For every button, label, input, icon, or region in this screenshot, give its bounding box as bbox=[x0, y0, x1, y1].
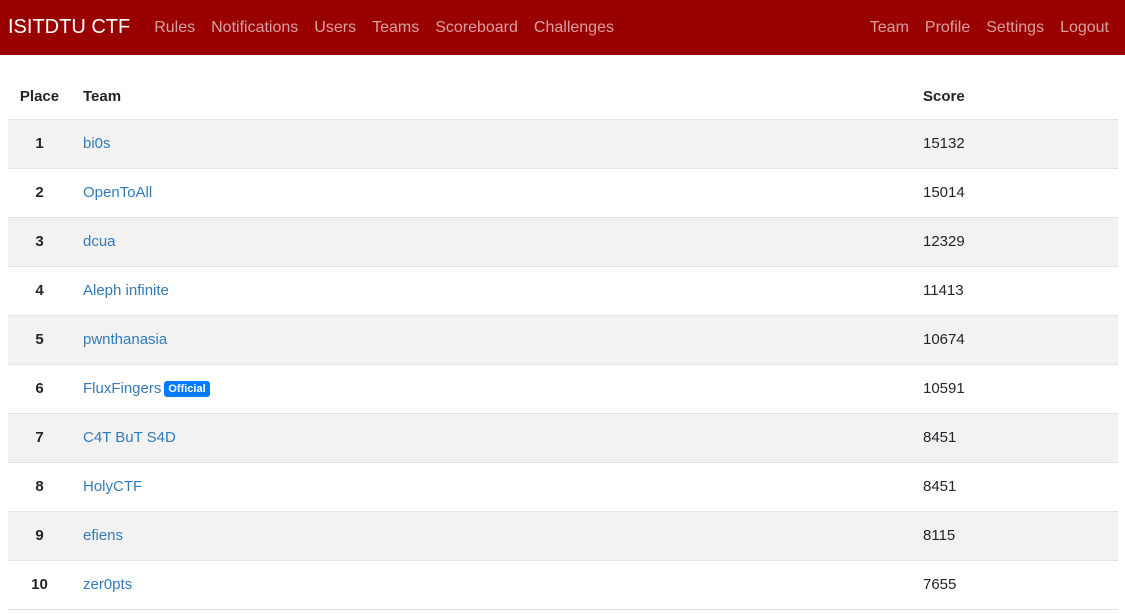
row-score: 10591 bbox=[923, 364, 1118, 414]
row-team-cell: OpenToAll bbox=[71, 168, 923, 218]
header-team: Team bbox=[71, 75, 923, 120]
row-team-cell: FluxFingers Official bbox=[71, 364, 923, 414]
team-link[interactable]: FluxFingers bbox=[83, 380, 161, 397]
nav-scoreboard[interactable]: Scoreboard bbox=[427, 19, 526, 37]
team-link[interactable]: OpenToAll bbox=[83, 184, 152, 201]
table-row: 9 efiens 8115 bbox=[8, 511, 1118, 561]
team-link[interactable]: C4T BuT S4D bbox=[83, 429, 176, 446]
row-team-cell: zer0pts bbox=[71, 560, 923, 610]
table-row: 3 dcua 12329 bbox=[8, 217, 1118, 267]
team-link[interactable]: dcua bbox=[83, 233, 116, 250]
table-row: 6 FluxFingers Official 10591 bbox=[8, 364, 1118, 414]
nav-logout[interactable]: Logout bbox=[1052, 19, 1117, 37]
row-score: 12329 bbox=[923, 217, 1118, 267]
row-team-cell: bi0s bbox=[71, 119, 923, 169]
row-score: 8451 bbox=[923, 413, 1118, 463]
team-link[interactable]: pwnthanasia bbox=[83, 331, 167, 348]
table-row: 7 C4T BuT S4D 8451 bbox=[8, 413, 1118, 463]
row-team-cell: HolyCTF bbox=[71, 462, 923, 512]
top-navbar: ISITDTU CTF Rules Notifications Users Te… bbox=[0, 0, 1125, 55]
row-team-cell: Aleph infinite bbox=[71, 266, 923, 316]
table-row: 10 zer0pts 7655 bbox=[8, 560, 1118, 610]
row-score: 15132 bbox=[923, 119, 1118, 169]
table-row: 4 Aleph infinite 11413 bbox=[8, 266, 1118, 316]
row-score: 8451 bbox=[923, 462, 1118, 512]
table-row: 5 pwnthanasia 10674 bbox=[8, 315, 1118, 365]
team-link[interactable]: HolyCTF bbox=[83, 478, 142, 495]
row-place: 2 bbox=[8, 168, 71, 218]
header-score: Score bbox=[923, 75, 1118, 120]
nav-right: Team Profile Settings Logout bbox=[862, 19, 1117, 37]
nav-profile[interactable]: Profile bbox=[917, 19, 978, 37]
row-score: 7655 bbox=[923, 560, 1118, 610]
row-place: 1 bbox=[8, 119, 71, 169]
row-place: 3 bbox=[8, 217, 71, 267]
row-place: 7 bbox=[8, 413, 71, 463]
row-team-cell: C4T BuT S4D bbox=[71, 413, 923, 463]
row-score: 11413 bbox=[923, 266, 1118, 316]
scoreboard-table: Place Team Score 1 bi0s 15132 2 OpenToAl… bbox=[8, 75, 1118, 610]
nav-rules[interactable]: Rules bbox=[146, 19, 203, 37]
table-row: 2 OpenToAll 15014 bbox=[8, 168, 1118, 218]
row-score: 8115 bbox=[923, 511, 1118, 561]
row-team-cell: efiens bbox=[71, 511, 923, 561]
scoreboard-container: Place Team Score 1 bi0s 15132 2 OpenToAl… bbox=[0, 55, 1125, 610]
nav-teams[interactable]: Teams bbox=[364, 19, 427, 37]
nav-left: ISITDTU CTF Rules Notifications Users Te… bbox=[8, 16, 622, 39]
row-place: 5 bbox=[8, 315, 71, 365]
nav-users[interactable]: Users bbox=[306, 19, 364, 37]
row-place: 10 bbox=[8, 560, 71, 610]
row-score: 15014 bbox=[923, 168, 1118, 218]
nav-settings[interactable]: Settings bbox=[978, 19, 1052, 37]
team-link[interactable]: bi0s bbox=[83, 135, 111, 152]
table-row: 1 bi0s 15132 bbox=[8, 119, 1118, 169]
team-link[interactable]: zer0pts bbox=[83, 576, 132, 593]
official-badge: Official bbox=[164, 381, 210, 397]
row-place: 4 bbox=[8, 266, 71, 316]
row-place: 8 bbox=[8, 462, 71, 512]
row-place: 9 bbox=[8, 511, 71, 561]
scoreboard-header: Place Team Score bbox=[8, 75, 1118, 120]
scoreboard-body: 1 bi0s 15132 2 OpenToAll 15014 3 dcua 12… bbox=[8, 119, 1118, 610]
team-link[interactable]: Aleph infinite bbox=[83, 282, 169, 299]
row-score: 10674 bbox=[923, 315, 1118, 365]
nav-team[interactable]: Team bbox=[862, 19, 917, 37]
row-team-cell: pwnthanasia bbox=[71, 315, 923, 365]
nav-challenges[interactable]: Challenges bbox=[526, 19, 622, 37]
row-place: 6 bbox=[8, 364, 71, 414]
nav-notifications[interactable]: Notifications bbox=[203, 19, 306, 37]
team-link[interactable]: efiens bbox=[83, 527, 123, 544]
brand-link[interactable]: ISITDTU CTF bbox=[8, 16, 130, 39]
table-row: 8 HolyCTF 8451 bbox=[8, 462, 1118, 512]
row-team-cell: dcua bbox=[71, 217, 923, 267]
header-place: Place bbox=[8, 75, 71, 120]
